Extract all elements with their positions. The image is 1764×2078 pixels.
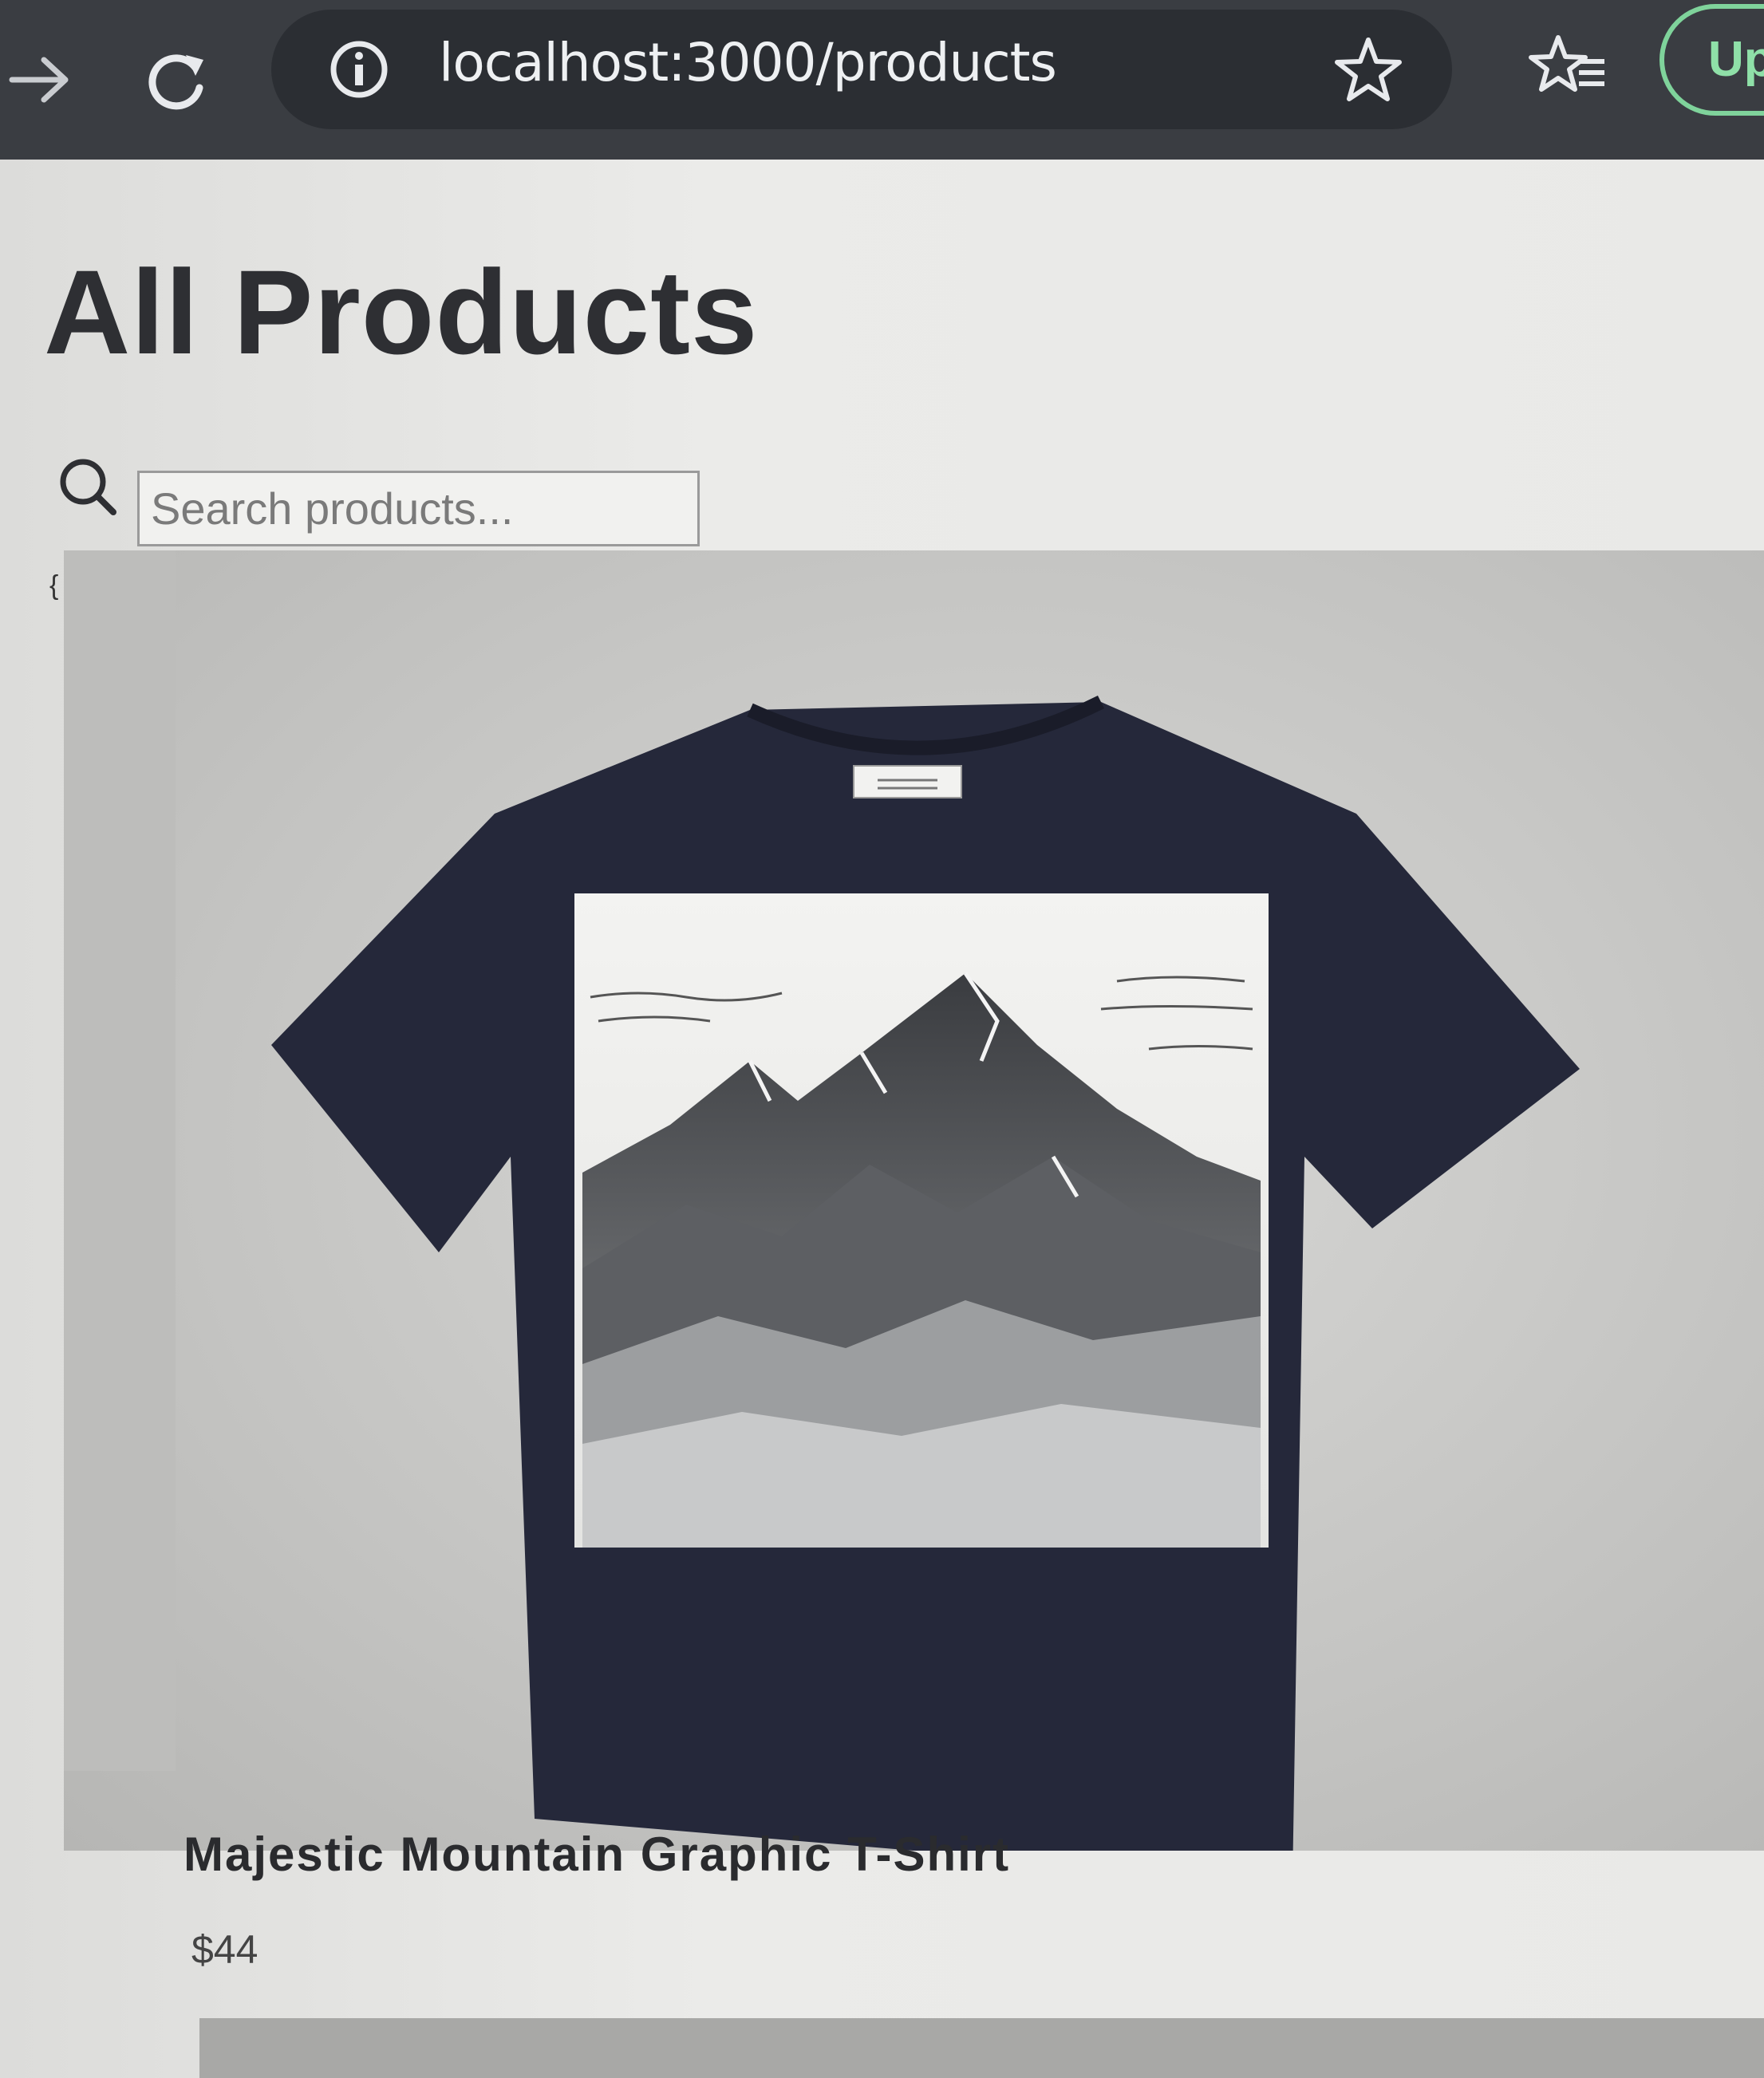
- update-button[interactable]: Up: [1659, 4, 1764, 116]
- browser-toolbar: localhost:3000/products Up: [0, 0, 1764, 160]
- stray-character: {: [49, 570, 59, 601]
- products-page: All Products {: [0, 160, 1764, 2078]
- tshirt-graphic: [271, 695, 1580, 1851]
- product-price: $44: [191, 1927, 258, 1972]
- next-product-card[interactable]: [199, 2018, 1764, 2078]
- star-list-icon[interactable]: [1528, 28, 1608, 108]
- page-title: All Products: [44, 245, 759, 379]
- url-text[interactable]: localhost:3000/products: [439, 32, 1057, 93]
- reload-icon: [148, 54, 203, 110]
- info-icon[interactable]: [327, 37, 391, 101]
- product-image[interactable]: [64, 550, 1764, 1851]
- search-input[interactable]: [137, 471, 700, 546]
- forward-button[interactable]: [0, 36, 88, 124]
- star-icon[interactable]: [1332, 34, 1404, 105]
- address-bar[interactable]: localhost:3000/products: [271, 10, 1452, 129]
- product-name[interactable]: Majestic Mountain Graphic T-Shirt: [184, 1827, 1010, 1882]
- arrow-right-icon: [9, 57, 69, 103]
- image-edge: [64, 550, 176, 1771]
- reload-button[interactable]: [132, 36, 219, 124]
- search-icon: [60, 459, 116, 515]
